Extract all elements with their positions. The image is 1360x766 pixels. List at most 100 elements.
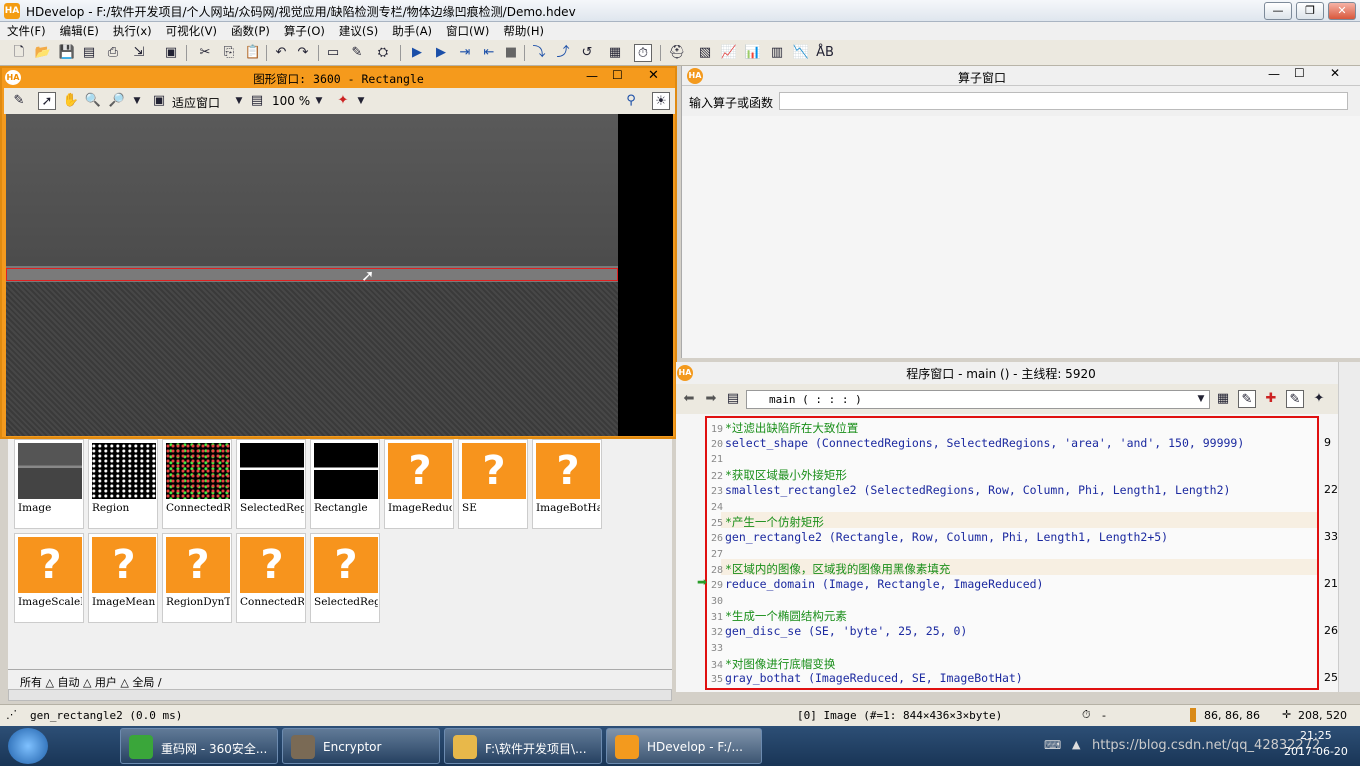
close-button[interactable]: ✕ [1328, 2, 1356, 20]
new-file-icon[interactable]: 🗋 [10, 44, 28, 62]
edit-procedure-icon[interactable]: ✎ [1238, 390, 1256, 408]
copy-icon[interactable]: ⎘ [220, 44, 238, 62]
code-line[interactable]: 21 [707, 451, 725, 467]
operator-close-button[interactable]: ✕ [1330, 66, 1340, 80]
chevron-down-icon[interactable]: ▼ [230, 92, 248, 110]
zoom-factor-icon[interactable]: ▤ [248, 92, 266, 110]
program-code-editor[interactable]: 19 *过滤出缺陷所在大致位置 20 select_shape (ConnectedR… [705, 416, 1319, 690]
open-file-icon[interactable]: 📂 [34, 44, 52, 62]
image-canvas[interactable]: ➚ [6, 114, 673, 436]
chevron-down-icon[interactable]: ▼ [310, 92, 328, 110]
zoom-level[interactable]: 100 % [272, 94, 310, 108]
code-line[interactable]: 31 *生成一个椭圆结构元素 [707, 608, 847, 624]
chevron-down-icon[interactable]: ▼ [352, 92, 370, 110]
code-line[interactable]: 29 reduce_domain (Image, Rectangle, Image… [707, 577, 1044, 593]
code-line[interactable]: 30 [707, 593, 725, 609]
menu-assistants[interactable]: 助手(A) [385, 22, 439, 39]
profiler-icon[interactable]: ▦ [606, 44, 624, 62]
live-update-icon[interactable]: ☀ [652, 92, 670, 110]
code-line[interactable]: 28 *区域内的图像，区域我的图像用黑像素填充 [707, 561, 950, 577]
code-line[interactable]: 22 *获取区域最小外接矩形 [707, 467, 847, 483]
program-scrollbar[interactable] [1338, 362, 1360, 692]
step-out-icon[interactable]: ⤴ [554, 44, 572, 62]
horizontal-scrollbar[interactable] [8, 689, 672, 701]
variable-item[interactable]: ? ImageReduce [384, 439, 454, 529]
chevron-down-icon[interactable]: ▼ [128, 92, 146, 110]
code-line[interactable]: 34 *对图像进行底帽变换 [707, 656, 835, 672]
print-icon[interactable]: ⎙ [104, 44, 122, 62]
variable-item[interactable]: ? ConnectedRe [236, 533, 306, 623]
save-all-icon[interactable]: ▤ [80, 44, 98, 62]
taskbar-item-encryptor[interactable]: Encryptor [282, 728, 440, 764]
variable-item[interactable]: Image [14, 439, 84, 529]
code-line[interactable]: 23 smallest_rectangle2 (SelectedRegions, … [707, 483, 1230, 499]
code-line[interactable]: 19 *过滤出缺陷所在大致位置 [707, 420, 858, 436]
zoom-icon[interactable]: 🔎 [108, 92, 126, 110]
save-icon[interactable]: 💾 [58, 44, 76, 62]
binoculars-icon[interactable]: ⛭ [374, 44, 392, 62]
fit-window-label[interactable]: 适应窗口 [172, 94, 220, 111]
variable-item[interactable]: ? ImageScaleM [14, 533, 84, 623]
code-line[interactable]: 25 *产生一个仿射矩形 [707, 514, 824, 530]
line-profile-icon[interactable]: 📉 [792, 44, 810, 62]
color-set-icon[interactable]: ✦ [334, 92, 352, 110]
variable-tabs[interactable]: 所有 △ 自动 △ 用户 △ 全局 / [8, 669, 672, 689]
variable-item[interactable]: ? SE [458, 439, 528, 529]
cut-icon[interactable]: ✂ [196, 44, 214, 62]
graphics-window-icon[interactable]: ▧ [696, 44, 714, 62]
menu-execute[interactable]: 执行(x) [106, 22, 159, 39]
maximize-button[interactable]: ❐ [1296, 2, 1324, 20]
tray-expand-icon[interactable]: ▲ [1072, 738, 1080, 751]
code-line[interactable]: 32 gen_disc_se (SE, 'byte', 25, 25, 0) [707, 624, 967, 640]
variable-item[interactable]: Region [88, 439, 158, 529]
variable-item[interactable]: SelectedReg [236, 439, 306, 529]
procedure-icon[interactable]: ▤ [724, 390, 742, 408]
help-icon[interactable]: ⛑ [668, 44, 686, 62]
step-into-icon[interactable]: ⤵ [530, 44, 548, 62]
graphics-minimize-button[interactable]: — [586, 69, 598, 83]
operator-minimize-button[interactable]: — [1268, 67, 1280, 81]
back-arrow-icon[interactable]: ⬅ [680, 390, 698, 408]
operator-input-combo[interactable] [779, 92, 1348, 110]
code-line[interactable]: 26 gen_rectangle2 (Rectangle, Row, Column… [707, 530, 1168, 546]
menu-visualize[interactable]: 可视化(V) [159, 22, 224, 39]
taskbar-item-explorer[interactable]: F:\软件开发项目\... [444, 728, 602, 764]
menu-help[interactable]: 帮助(H) [496, 22, 551, 39]
run-icon[interactable]: ▶ [408, 44, 426, 62]
keyboard-icon[interactable]: ⌨ [1044, 738, 1061, 752]
ocr-icon[interactable]: ÅB [816, 44, 834, 62]
code-line[interactable]: 27 [707, 546, 725, 562]
fit-window-icon[interactable]: ▣ [150, 92, 168, 110]
pixel-info-icon[interactable]: ⚲ [622, 92, 640, 110]
taskbar-item-hdevelop[interactable]: HDevelop - F:/... [606, 728, 762, 764]
redo-icon[interactable]: ↷ [294, 44, 312, 62]
code-line[interactable]: 24 [707, 499, 725, 515]
step-back-icon[interactable]: ⇤ [480, 44, 498, 62]
menu-functions[interactable]: 函数(P) [224, 22, 277, 39]
edit-program-icon[interactable]: ▭ [324, 44, 342, 62]
graphics-maximize-button[interactable]: ☐ [612, 68, 623, 82]
variable-item[interactable]: ConnectedRe [162, 439, 232, 529]
save-window-icon[interactable]: ▣ [162, 44, 180, 62]
magnify-icon[interactable]: 🔍 [84, 92, 102, 110]
tools-icon[interactable]: ✦ [1310, 390, 1328, 408]
paste-icon[interactable]: 📋 [244, 44, 262, 62]
draw-icon[interactable]: ✎ [10, 92, 28, 110]
feature-inspection-icon[interactable]: ▥ [768, 44, 786, 62]
menu-file[interactable]: 文件(F) [0, 22, 53, 39]
variable-item[interactable]: ? ImageBotHat [532, 439, 602, 529]
variable-item[interactable]: ? ImageMean [88, 533, 158, 623]
chevron-down-icon[interactable]: ▼ [1192, 390, 1210, 408]
graphics-close-button[interactable]: ✕ [648, 68, 659, 83]
export-icon[interactable]: ⇲ [130, 44, 148, 62]
edit-procedure-icon[interactable]: ✎ [348, 44, 366, 62]
code-line[interactable]: 33 [707, 640, 725, 656]
variable-item[interactable]: ? SelectedReg [310, 533, 380, 623]
menu-operators[interactable]: 算子(O) [277, 22, 332, 39]
gray-histogram-icon[interactable]: 📈 [720, 44, 738, 62]
start-button[interactable] [8, 728, 48, 764]
reset-program-icon[interactable]: ↺ [578, 44, 596, 62]
run-to-insert-icon[interactable]: ▶ [432, 44, 450, 62]
step-over-icon[interactable]: ⇥ [456, 44, 474, 62]
undo-icon[interactable]: ↶ [272, 44, 290, 62]
